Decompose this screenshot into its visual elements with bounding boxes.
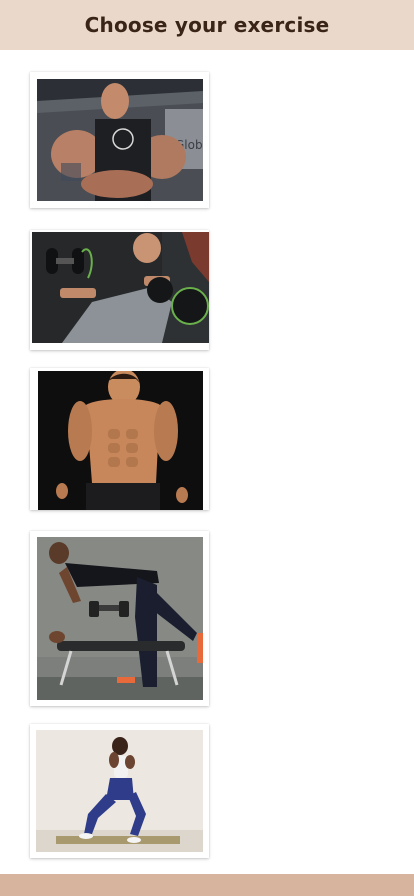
footer-bar [0, 874, 414, 896]
lunge-woman-photo [36, 730, 203, 852]
exercise-card-row[interactable] [30, 531, 209, 706]
exercise-card-abs[interactable] [30, 368, 209, 510]
exercise-card-incline-press[interactable] [30, 230, 209, 350]
shirtless-abs-photo [38, 371, 203, 510]
exercise-card-chest[interactable]: Glob [30, 72, 209, 208]
dumbbell-incline-press-photo [32, 232, 209, 343]
page-title: Choose your exercise [84, 13, 330, 37]
bodybuilder-flexing-photo: Glob [37, 79, 203, 201]
dumbbell-row-bench-photo [37, 537, 203, 700]
exercise-card-lunge[interactable] [30, 724, 209, 858]
app-header: Choose your exercise [0, 0, 414, 50]
